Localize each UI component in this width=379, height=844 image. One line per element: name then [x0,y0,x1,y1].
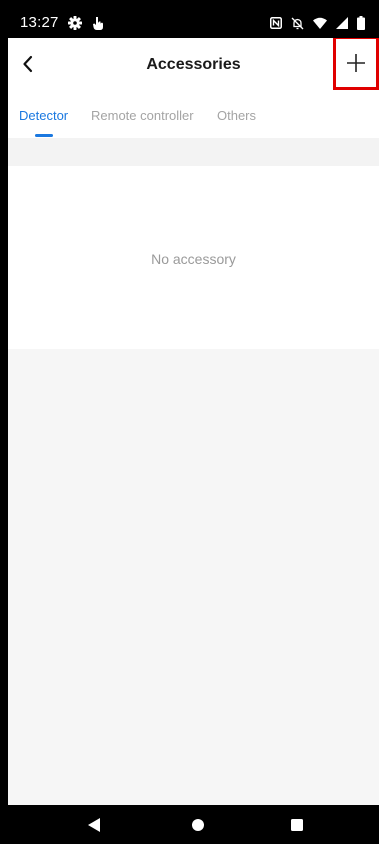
tab-bar: Detector Remote controller Others [8,90,379,138]
mute-bell-icon [291,17,304,29]
header-bar: Accessories [8,38,379,90]
wifi-icon [313,17,327,29]
empty-state-panel: No accessory [8,166,379,349]
battery-icon [357,16,365,30]
home-circle-icon[interactable] [190,817,206,833]
section-divider [8,138,379,166]
cell-signal-icon [336,17,348,29]
phone-frame: 13:27 Accessories Detector Remote contro… [0,0,379,844]
active-tab-indicator [35,134,53,137]
tab-remote-controller[interactable]: Remote controller [91,108,194,123]
nfc-icon [270,17,282,29]
accessories-screen: Accessories Detector Remote controller O… [8,38,379,805]
system-nav-bar [8,805,379,844]
content-background [8,349,379,805]
hand-touch-icon [93,16,103,30]
status-time: 13:27 [20,14,59,31]
status-bar: 13:27 [8,8,379,38]
status-right-icons [270,14,365,32]
plus-icon [347,54,365,72]
settings-gear-icon [68,16,82,30]
back-triangle-icon[interactable] [86,817,102,833]
add-accessory-button[interactable] [333,38,379,90]
status-left-icons [68,14,104,32]
chevron-left-icon [23,55,33,73]
tab-others[interactable]: Others [217,108,256,123]
tab-detector[interactable]: Detector [19,108,68,123]
recents-square-icon[interactable] [290,818,304,832]
back-button[interactable] [12,48,44,80]
page-title: Accessories [146,56,241,73]
empty-state-message: No accessory [151,251,236,267]
